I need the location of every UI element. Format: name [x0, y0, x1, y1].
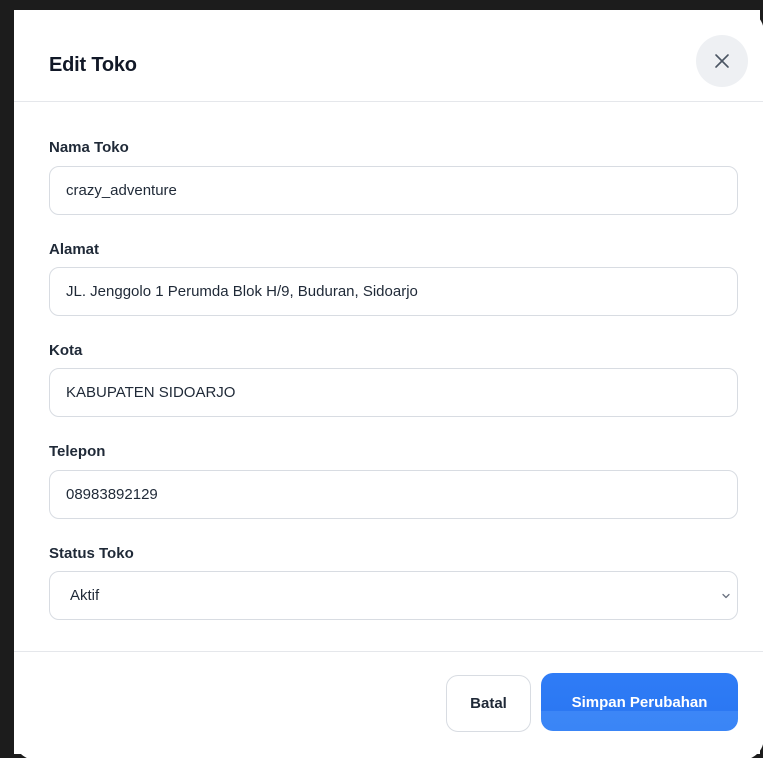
- close-icon: [714, 53, 730, 69]
- store-name-label: Nama Toko: [49, 139, 129, 156]
- cancel-button[interactable]: Batal: [446, 675, 531, 732]
- address-label: Alamat: [49, 241, 99, 258]
- chevron-down-icon: [721, 591, 731, 601]
- window-edge-top: [0, 0, 763, 10]
- store-status-label: Status Toko: [49, 545, 134, 562]
- modal-header: Edit Toko: [14, 10, 763, 102]
- address-input[interactable]: [49, 267, 738, 316]
- city-input[interactable]: [49, 368, 738, 417]
- store-status-select[interactable]: Aktif: [49, 571, 738, 620]
- close-button[interactable]: [696, 35, 748, 87]
- store-name-input[interactable]: [49, 166, 738, 215]
- store-status-selected-value: Aktif: [70, 587, 99, 604]
- phone-input[interactable]: [49, 470, 738, 519]
- modal-footer: Batal Simpan Perubahan: [14, 651, 763, 760]
- window-edge-left: [0, 0, 14, 758]
- phone-label: Telepon: [49, 443, 105, 460]
- edit-store-modal: Edit Toko Nama Toko Alamat Kota Telepon …: [14, 10, 763, 760]
- modal-title: Edit Toko: [49, 54, 137, 77]
- save-changes-button[interactable]: Simpan Perubahan: [541, 673, 738, 731]
- city-label: Kota: [49, 342, 82, 359]
